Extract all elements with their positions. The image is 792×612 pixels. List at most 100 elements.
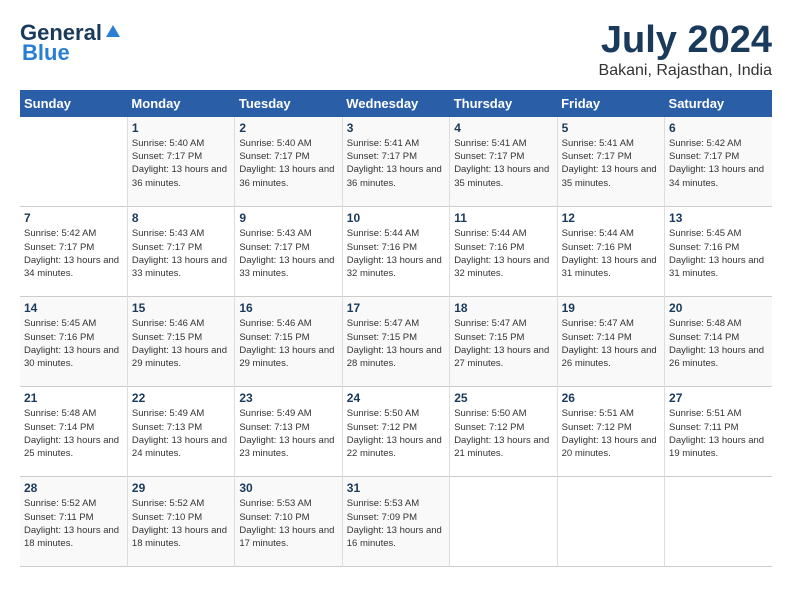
logo-blue: Blue: [20, 40, 70, 66]
day-number: 13: [669, 211, 768, 225]
day-detail: Sunrise: 5:41 AMSunset: 7:17 PMDaylight:…: [562, 137, 660, 190]
day-cell: 27 Sunrise: 5:51 AMSunset: 7:11 PMDayligh…: [665, 387, 772, 477]
day-number: 4: [454, 121, 552, 135]
day-detail: Sunrise: 5:45 AMSunset: 7:16 PMDaylight:…: [24, 317, 123, 370]
day-cell: 18Sunrise: 5:47 AMSunset: 7:15 PMDayligh…: [450, 297, 557, 387]
day-detail: Sunrise: 5:49 AMSunset: 7:13 PMDaylight:…: [239, 407, 337, 460]
day-detail: Sunrise: 5:53 AMSunset: 7:10 PMDaylight:…: [239, 497, 337, 550]
day-cell: [450, 477, 557, 567]
header-wednesday: Wednesday: [342, 90, 449, 117]
day-cell: 15Sunrise: 5:46 AMSunset: 7:15 PMDayligh…: [127, 297, 234, 387]
day-cell: 12 Sunrise: 5:44 AMSunset: 7:16 PMDayligh…: [557, 207, 664, 297]
calendar-table: SundayMondayTuesdayWednesdayThursdayFrid…: [20, 90, 772, 568]
header-sunday: Sunday: [20, 90, 127, 117]
day-detail: Sunrise: 5:48 AMSunset: 7:14 PMDaylight:…: [24, 407, 123, 460]
day-cell: 25Sunrise: 5:50 AMSunset: 7:12 PMDayligh…: [450, 387, 557, 477]
day-number: 12: [562, 211, 660, 225]
week-row-2: 7Sunrise: 5:42 AMSunset: 7:17 PMDaylight…: [20, 207, 772, 297]
day-detail: Sunrise: 5:50 AMSunset: 7:12 PMDaylight:…: [454, 407, 552, 460]
day-detail: Sunrise: 5:44 AMSunset: 7:16 PMDaylight:…: [562, 227, 660, 280]
day-detail: Sunrise: 5:41 AMSunset: 7:17 PMDaylight:…: [347, 137, 445, 190]
day-number: 3: [347, 121, 445, 135]
day-cell: 3 Sunrise: 5:41 AMSunset: 7:17 PMDaylight…: [342, 117, 449, 207]
day-cell: 28 Sunrise: 5:52 AMSunset: 7:11 PMDayligh…: [20, 477, 127, 567]
day-cell: 17 Sunrise: 5:47 AMSunset: 7:15 PMDayligh…: [342, 297, 449, 387]
page-header: General Blue July 2024 Bakani, Rajasthan…: [20, 20, 772, 80]
header-saturday: Saturday: [665, 90, 772, 117]
day-number: 16: [239, 301, 337, 315]
day-number: 31: [347, 481, 445, 495]
header-thursday: Thursday: [450, 90, 557, 117]
header-monday: Monday: [127, 90, 234, 117]
day-cell: 16 Sunrise: 5:46 AMSunset: 7:15 PMDayligh…: [235, 297, 342, 387]
day-detail: Sunrise: 5:42 AMSunset: 7:17 PMDaylight:…: [24, 227, 123, 280]
day-detail: Sunrise: 5:40 AMSunset: 7:17 PMDaylight:…: [132, 137, 230, 190]
day-number: 17: [347, 301, 445, 315]
day-detail: Sunrise: 5:47 AMSunset: 7:14 PMDaylight:…: [562, 317, 660, 370]
day-number: 14: [24, 301, 123, 315]
day-cell: 4 Sunrise: 5:41 AMSunset: 7:17 PMDaylight…: [450, 117, 557, 207]
day-detail: Sunrise: 5:47 AMSunset: 7:15 PMDaylight:…: [454, 317, 552, 370]
day-number: 23: [239, 391, 337, 405]
day-cell: 11 Sunrise: 5:44 AMSunset: 7:16 PMDayligh…: [450, 207, 557, 297]
week-row-3: 14 Sunrise: 5:45 AMSunset: 7:16 PMDayligh…: [20, 297, 772, 387]
day-detail: Sunrise: 5:47 AMSunset: 7:15 PMDaylight:…: [347, 317, 445, 370]
day-number: 15: [132, 301, 230, 315]
day-detail: Sunrise: 5:41 AMSunset: 7:17 PMDaylight:…: [454, 137, 552, 190]
day-number: 6: [669, 121, 768, 135]
day-number: 22: [132, 391, 230, 405]
day-detail: Sunrise: 5:45 AMSunset: 7:16 PMDaylight:…: [669, 227, 768, 280]
day-detail: Sunrise: 5:43 AMSunset: 7:17 PMDaylight:…: [239, 227, 337, 280]
day-cell: 5 Sunrise: 5:41 AMSunset: 7:17 PMDaylight…: [557, 117, 664, 207]
day-number: 21: [24, 391, 123, 405]
title-section: July 2024 Bakani, Rajasthan, India: [599, 20, 772, 80]
logo-arrow-icon: [104, 23, 122, 46]
day-cell: 21 Sunrise: 5:48 AMSunset: 7:14 PMDayligh…: [20, 387, 127, 477]
day-number: 10: [347, 211, 445, 225]
day-cell: 7Sunrise: 5:42 AMSunset: 7:17 PMDaylight…: [20, 207, 127, 297]
day-detail: Sunrise: 5:40 AMSunset: 7:17 PMDaylight:…: [239, 137, 337, 190]
day-detail: Sunrise: 5:44 AMSunset: 7:16 PMDaylight:…: [347, 227, 445, 280]
day-number: 5: [562, 121, 660, 135]
day-number: 30: [239, 481, 337, 495]
day-detail: Sunrise: 5:53 AMSunset: 7:09 PMDaylight:…: [347, 497, 445, 550]
day-detail: Sunrise: 5:46 AMSunset: 7:15 PMDaylight:…: [239, 317, 337, 370]
day-cell: 24 Sunrise: 5:50 AMSunset: 7:12 PMDayligh…: [342, 387, 449, 477]
day-cell: 2 Sunrise: 5:40 AMSunset: 7:17 PMDaylight…: [235, 117, 342, 207]
day-number: 26: [562, 391, 660, 405]
day-number: 29: [132, 481, 230, 495]
day-cell: 14 Sunrise: 5:45 AMSunset: 7:16 PMDayligh…: [20, 297, 127, 387]
day-number: 2: [239, 121, 337, 135]
day-detail: Sunrise: 5:44 AMSunset: 7:16 PMDaylight:…: [454, 227, 552, 280]
day-number: 28: [24, 481, 123, 495]
day-cell: 1Sunrise: 5:40 AMSunset: 7:17 PMDaylight…: [127, 117, 234, 207]
location: Bakani, Rajasthan, India: [599, 62, 772, 80]
day-number: 11: [454, 211, 552, 225]
day-detail: Sunrise: 5:49 AMSunset: 7:13 PMDaylight:…: [132, 407, 230, 460]
day-number: 24: [347, 391, 445, 405]
month-title: July 2024: [599, 20, 772, 62]
day-detail: Sunrise: 5:52 AMSunset: 7:10 PMDaylight:…: [132, 497, 230, 550]
day-detail: Sunrise: 5:42 AMSunset: 7:17 PMDaylight:…: [669, 137, 768, 190]
day-cell: 8 Sunrise: 5:43 AMSunset: 7:17 PMDaylight…: [127, 207, 234, 297]
day-detail: Sunrise: 5:43 AMSunset: 7:17 PMDaylight:…: [132, 227, 230, 280]
day-number: 20: [669, 301, 768, 315]
day-cell: 29 Sunrise: 5:52 AMSunset: 7:10 PMDayligh…: [127, 477, 234, 567]
day-cell: 6 Sunrise: 5:42 AMSunset: 7:17 PMDaylight…: [665, 117, 772, 207]
header-friday: Friday: [557, 90, 664, 117]
day-cell: [557, 477, 664, 567]
day-detail: Sunrise: 5:50 AMSunset: 7:12 PMDaylight:…: [347, 407, 445, 460]
day-cell: 23 Sunrise: 5:49 AMSunset: 7:13 PMDayligh…: [235, 387, 342, 477]
day-detail: Sunrise: 5:51 AMSunset: 7:11 PMDaylight:…: [669, 407, 768, 460]
day-cell: 22 Sunrise: 5:49 AMSunset: 7:13 PMDayligh…: [127, 387, 234, 477]
day-cell: 9Sunrise: 5:43 AMSunset: 7:17 PMDaylight…: [235, 207, 342, 297]
day-cell: [20, 117, 127, 207]
day-cell: 20 Sunrise: 5:48 AMSunset: 7:14 PMDayligh…: [665, 297, 772, 387]
day-cell: [665, 477, 772, 567]
day-number: 27: [669, 391, 768, 405]
day-detail: Sunrise: 5:52 AMSunset: 7:11 PMDaylight:…: [24, 497, 123, 550]
day-cell: 13 Sunrise: 5:45 AMSunset: 7:16 PMDayligh…: [665, 207, 772, 297]
day-detail: Sunrise: 5:48 AMSunset: 7:14 PMDaylight:…: [669, 317, 768, 370]
day-number: 8: [132, 211, 230, 225]
week-row-5: 28 Sunrise: 5:52 AMSunset: 7:11 PMDayligh…: [20, 477, 772, 567]
